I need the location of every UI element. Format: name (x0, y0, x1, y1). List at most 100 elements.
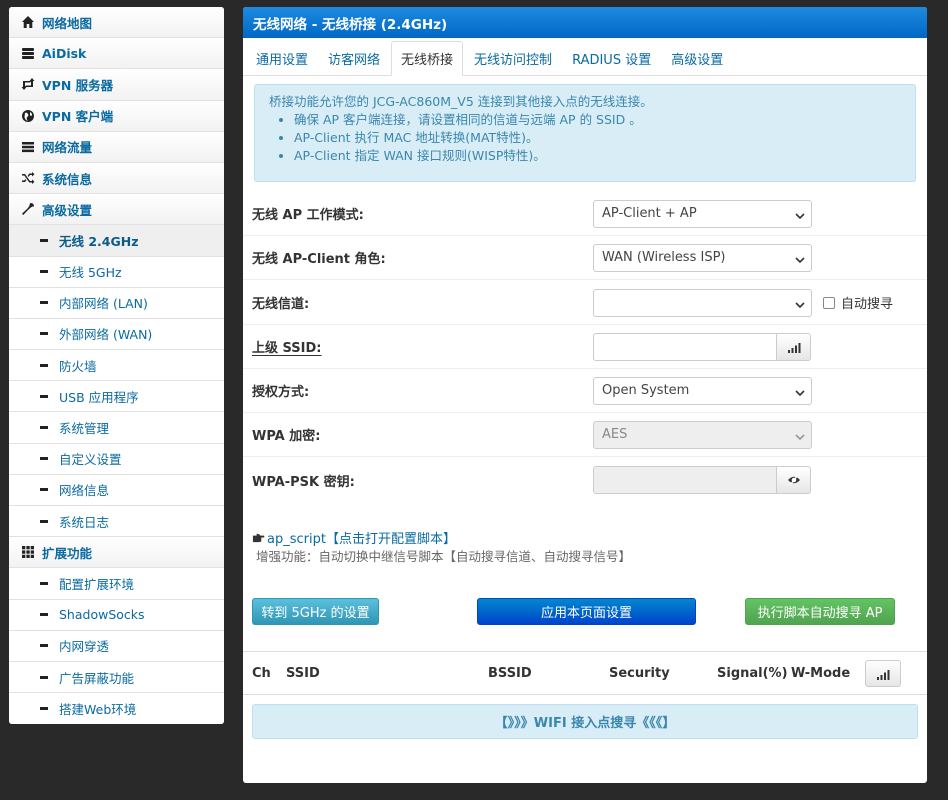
ap-table-header: Ch SSID BSSID Security Signal(%) W-Mode (243, 651, 927, 695)
col-bssid: BSSID (488, 666, 532, 681)
dash-icon (40, 644, 48, 648)
sidebar-sub-lan[interactable]: 内部网络 (LAN) (9, 287, 224, 319)
dash-icon (40, 426, 48, 430)
dash-icon (40, 394, 48, 398)
globe-icon (21, 109, 35, 123)
ssid-label: 上级 SSID: (252, 341, 322, 356)
sidebar-sub-wan[interactable]: 外部网络 (WAN) (9, 318, 224, 351)
info-bullet: 确保 AP 客户端连接，请设置相同的信道与远端 AP 的 SSID 。 (294, 111, 901, 129)
ap-script-link[interactable]: ap_script【点击打开配置脚本】 (252, 528, 456, 547)
sidebar-sub-syslog[interactable]: 系统日志 (9, 506, 224, 538)
chevron-down-icon (795, 299, 805, 309)
auth-select[interactable]: Open System (593, 376, 812, 405)
sidebar-sub-adblock[interactable]: 广告屏蔽功能 (9, 661, 224, 694)
dash-icon (40, 488, 48, 492)
info-box: 桥接功能允许您的 JCG-AC860M_V5 连接到其他接入点的无线连接。 确保… (254, 84, 916, 182)
sidebar-item-vpn-server[interactable]: VPN 服务器 (9, 69, 224, 101)
dash-icon (40, 332, 48, 336)
tab-bridge[interactable]: 无线桥接 (391, 41, 464, 76)
sidebar-sub-shadowsocks[interactable]: ShadowSocks (9, 599, 224, 631)
sidebar-sub-web-env[interactable]: 搭建Web环境 (9, 693, 224, 725)
info-bullet: AP-Client 执行 MAC 地址转换(MAT特性)。 (294, 129, 901, 147)
goto-5g-button[interactable]: 转到 5GHz 的设置 (252, 598, 379, 625)
script-description: 增强功能：自动切换中继信号脚本【自动搜寻信道、自动搜寻信号】 (256, 549, 632, 564)
chevron-down-icon (795, 210, 805, 220)
form-row-role: 无线 AP-Client 角色: WAN (Wireless ISP) (243, 236, 927, 280)
sidebar-sub-admin[interactable]: 系统管理 (9, 412, 224, 444)
ssid-input-group (593, 332, 811, 361)
info-bullet: AP-Client 指定 WAN 接口规则(WISP特性)。 (294, 147, 901, 165)
psk-input[interactable] (593, 466, 777, 494)
show-password-button[interactable] (777, 466, 811, 494)
apply-button[interactable]: 应用本页面设置 (477, 598, 696, 625)
wpa-select[interactable]: AES (593, 420, 812, 449)
sidebar: 网络地图 AiDisk VPN 服务器 VPN 客户端 网络流量 系统信息 高级… (9, 7, 224, 725)
tab-bar: 通用设置 访客网络 无线桥接 无线访问控制 RADIUS 设置 高级设置 (243, 40, 927, 76)
role-label: 无线 AP-Client 角色: (252, 252, 386, 267)
dash-icon (40, 675, 48, 679)
tab-guest[interactable]: 访客网络 (319, 41, 389, 75)
sidebar-item-network-map[interactable]: 网络地图 (9, 7, 224, 39)
auth-label: 授权方式: (252, 385, 310, 400)
checkbox-box[interactable] (823, 296, 835, 309)
refresh-scan-button[interactable] (865, 660, 901, 687)
form-row-auth: 授权方式: Open System (243, 369, 927, 413)
sidebar-sub-wireless-24[interactable]: 无线 2.4GHz (9, 225, 224, 257)
sidebar-sub-firewall[interactable]: 防火墙 (9, 350, 224, 382)
col-signal: Signal(%) (717, 666, 788, 681)
chevron-down-icon (795, 254, 805, 264)
ssid-scan-button[interactable] (777, 332, 811, 361)
tasks-icon (21, 140, 35, 154)
mode-select[interactable]: AP-Client + AP (593, 199, 812, 228)
tab-advanced[interactable]: 高级设置 (662, 41, 732, 75)
col-ssid: SSID (286, 666, 320, 681)
signal-icon (877, 669, 890, 680)
sidebar-sub-ext-env[interactable]: 配置扩展环境 (9, 568, 224, 600)
info-list: 确保 AP 客户端连接，请设置相同的信道与远端 AP 的 SSID 。 AP-C… (269, 111, 901, 165)
ssid-input[interactable] (593, 332, 777, 361)
dash-icon (40, 238, 48, 242)
form-row-ssid: 上级 SSID: (243, 325, 927, 369)
sidebar-item-advanced[interactable]: 高级设置 (9, 194, 224, 226)
channel-label: 无线信道: (252, 297, 310, 312)
role-select[interactable]: WAN (Wireless ISP) (593, 243, 812, 272)
sidebar-sub-custom[interactable]: 自定义设置 (9, 443, 224, 475)
chevron-down-icon (795, 431, 805, 441)
run-script-button[interactable]: 执行脚本自动搜寻 AP (745, 598, 895, 625)
tab-access-control[interactable]: 无线访问控制 (465, 41, 561, 75)
home-icon (21, 15, 35, 29)
sidebar-item-system-info[interactable]: 系统信息 (9, 162, 224, 195)
col-ch: Ch (252, 666, 271, 681)
sidebar-sub-net-info[interactable]: 网络信息 (9, 474, 224, 506)
hdd-icon (21, 46, 35, 60)
dash-icon (40, 613, 48, 617)
sidebar-item-aidisk[interactable]: AiDisk (9, 38, 224, 70)
auto-scan-checkbox[interactable]: 自动搜寻 (823, 293, 893, 312)
sidebar-sub-tunnel[interactable]: 内网穿透 (9, 630, 224, 662)
sidebar-sub-usb-apps[interactable]: USB 应用程序 (9, 381, 224, 413)
sidebar-item-vpn-client[interactable]: VPN 客户端 (9, 100, 224, 132)
col-security: Security (609, 666, 670, 681)
sidebar-item-extensions[interactable]: 扩展功能 (9, 537, 224, 569)
dash-icon (40, 707, 48, 711)
form-row-mode: 无线 AP 工作模式: AP-Client + AP (243, 192, 927, 236)
sidebar-sub-wireless-5[interactable]: 无线 5GHz (9, 256, 224, 288)
wifi-scan-status: 【》》》WIFI 接入点搜寻《《《】 (252, 704, 918, 739)
chevron-down-icon (795, 387, 805, 397)
tab-general[interactable]: 通用设置 (247, 41, 317, 75)
random-icon (21, 171, 35, 185)
dash-icon (40, 301, 48, 305)
sidebar-item-traffic[interactable]: 网络流量 (9, 131, 224, 163)
form-row-channel: 无线信道: 自动搜寻 (243, 281, 927, 325)
mode-label: 无线 AP 工作模式: (252, 208, 364, 223)
retweet-icon (21, 77, 35, 91)
wpa-label: WPA 加密: (252, 429, 321, 444)
channel-select[interactable] (593, 288, 812, 317)
psk-label: WPA-PSK 密钥: (252, 474, 355, 490)
tab-radius[interactable]: RADIUS 设置 (563, 41, 660, 75)
col-wmode: W-Mode (791, 666, 851, 681)
page-title: 无线网络 - 无线桥接 (2.4GHz) (243, 7, 927, 38)
dash-icon (40, 519, 48, 523)
form-row-psk: WPA-PSK 密钥: (243, 458, 927, 502)
hand-right-icon (252, 533, 265, 543)
